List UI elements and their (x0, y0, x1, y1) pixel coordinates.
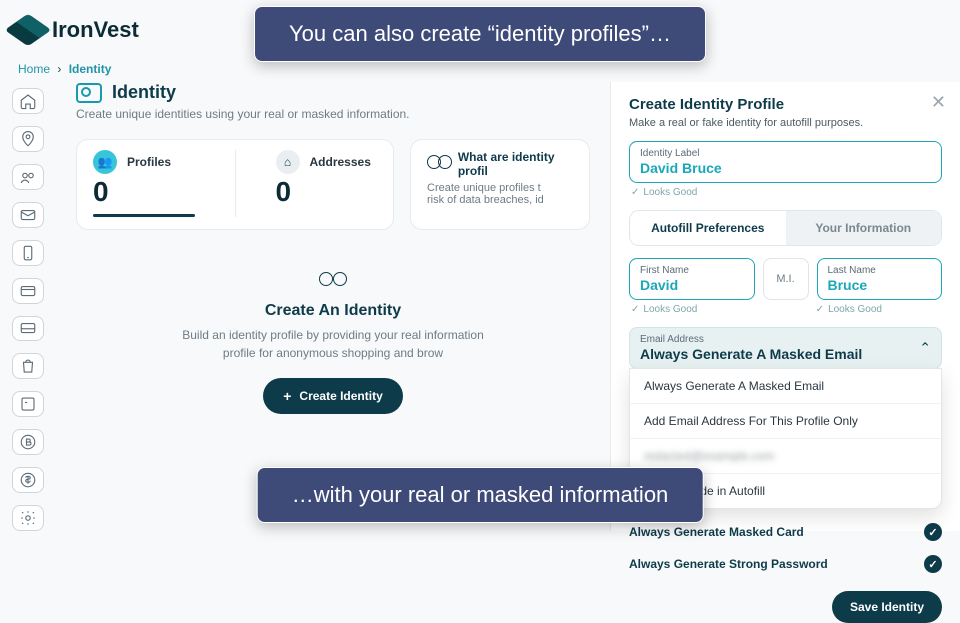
addresses-value: 0 (276, 176, 378, 208)
drawer-title: Create Identity Profile (629, 96, 942, 113)
profiles-icon: 👥 (93, 150, 117, 174)
save-identity-button[interactable]: Save Identity (832, 591, 942, 623)
profiles-value: 0 (93, 176, 195, 208)
email-option-generate-masked[interactable]: Always Generate A Masked Email (630, 369, 941, 403)
stat-divider (235, 150, 236, 217)
identity-label-validation: Looks Good (631, 187, 942, 198)
first-name-validation: Looks Good (631, 304, 697, 315)
nav-mobile-icon[interactable] (12, 240, 44, 266)
breadcrumb-current: Identity (69, 62, 112, 76)
breadcrumb-separator: › (57, 62, 61, 76)
identity-card-icon (76, 83, 102, 103)
cta-body: Build an identity profile by providing y… (76, 326, 590, 362)
toggle-masked-card-row: Always Generate Masked Card ✓ (629, 523, 942, 541)
page-subtitle: Create unique identities using your real… (76, 107, 590, 121)
annotation-top: You can also create “identity profiles”… (254, 6, 706, 62)
toggle-strong-password[interactable]: ✓ (924, 555, 942, 573)
annotation-bottom: …with your real or masked information (257, 467, 704, 523)
tab-autofill-preferences[interactable]: Autofill Preferences (630, 211, 786, 245)
stat-addresses[interactable]: ⌂ Addresses 0 (276, 150, 378, 217)
logo-icon (5, 14, 52, 47)
nav-home-icon[interactable] (12, 88, 44, 114)
breadcrumb-home[interactable]: Home (18, 62, 50, 76)
drawer-tabs: Autofill Preferences Your Information (629, 210, 942, 246)
last-name-label: Last Name (828, 265, 932, 276)
nav-box-icon[interactable] (12, 391, 44, 417)
toggle-strong-password-row: Always Generate Strong Password ✓ (629, 555, 942, 573)
people-icon (427, 153, 452, 175)
nav-card2-icon[interactable] (12, 316, 44, 342)
last-name-value: Bruce (828, 277, 932, 293)
identity-label-value: David Bruce (640, 160, 931, 176)
create-identity-button[interactable]: + Create Identity (263, 378, 403, 414)
explain-body: Create unique profiles t risk of data br… (427, 182, 573, 206)
plus-icon: + (283, 388, 291, 404)
create-identity-button-label: Create Identity (299, 389, 382, 403)
nav-card-icon[interactable] (12, 278, 44, 304)
nav-mail-icon[interactable] (12, 202, 44, 228)
create-identity-drawer: ✕ Create Identity Profile Make a real or… (610, 82, 960, 531)
nav-identity-icon[interactable] (12, 164, 44, 190)
first-name-field[interactable]: First Name David (629, 258, 755, 300)
first-name-label: First Name (640, 265, 744, 276)
tab-your-information[interactable]: Your Information (786, 211, 942, 245)
active-tab-underline (93, 214, 195, 217)
nav-dollar-icon[interactable] (12, 467, 44, 493)
first-name-value: David (640, 277, 744, 293)
email-address-label: Email Address (640, 334, 931, 345)
breadcrumb: Home › Identity (0, 60, 960, 82)
middle-initial-field[interactable]: M.I. (763, 258, 809, 300)
explain-card: What are identity profil Create unique p… (410, 139, 590, 230)
profiles-label: Profiles (127, 155, 171, 169)
identity-label-field[interactable]: Identity Label David Bruce (629, 141, 942, 183)
toggle-masked-card-label: Always Generate Masked Card (629, 525, 804, 539)
nav-crypto-icon[interactable] (12, 429, 44, 455)
stats-card: 👥 Profiles 0 ⌂ Addresses 0 (76, 139, 394, 230)
addresses-icon: ⌂ (276, 150, 300, 174)
cta-heading: Create An Identity (76, 302, 590, 320)
nav-settings-icon[interactable] (12, 505, 44, 531)
save-identity-button-label: Save Identity (850, 600, 924, 614)
last-name-validation: Looks Good (816, 304, 882, 315)
main-content: Identity Create unique identities using … (56, 82, 610, 531)
explain-heading: What are identity profil (458, 150, 573, 178)
drawer-subtitle: Make a real or fake identity for autofil… (629, 117, 942, 129)
stat-profiles[interactable]: 👥 Profiles 0 (93, 150, 195, 217)
close-icon[interactable]: ✕ (931, 92, 946, 113)
people-refresh-icon (319, 270, 347, 292)
page-title: Identity (112, 82, 176, 103)
brand-name: IronVest (52, 17, 139, 43)
last-name-field[interactable]: Last Name Bruce (817, 258, 943, 300)
nav-bag-icon[interactable] (12, 353, 44, 379)
middle-initial-label: M.I. (776, 273, 794, 285)
nav-location-icon[interactable] (12, 126, 44, 152)
email-address-select[interactable]: Email Address Always Generate A Masked E… (629, 327, 942, 369)
email-address-value: Always Generate A Masked Email (640, 346, 931, 362)
toggle-strong-password-label: Always Generate Strong Password (629, 557, 828, 571)
addresses-label: Addresses (310, 155, 371, 169)
sidebar (0, 82, 56, 531)
identity-label-label: Identity Label (640, 148, 931, 159)
toggle-masked-card[interactable]: ✓ (924, 523, 942, 541)
chevron-up-icon: ⌃ (919, 340, 931, 357)
email-option-add-for-profile[interactable]: Add Email Address For This Profile Only (630, 403, 941, 438)
page-title-row: Identity (76, 82, 590, 103)
create-identity-cta: Create An Identity Build an identity pro… (76, 270, 590, 414)
